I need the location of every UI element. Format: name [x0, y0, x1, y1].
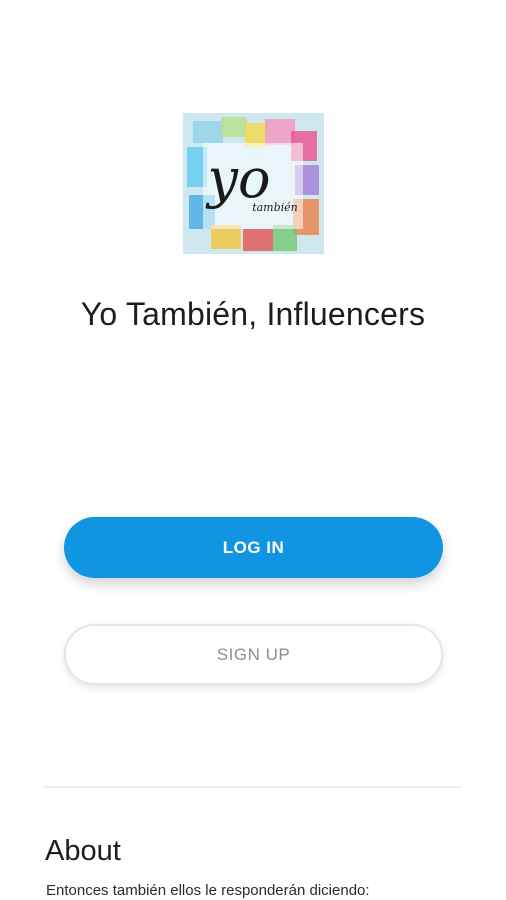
about-description: Entonces también ellos le responderán di… [46, 882, 370, 899]
about-heading: About [45, 835, 121, 867]
logo-subtext: también [252, 201, 298, 214]
login-button[interactable]: LOG IN [64, 517, 443, 578]
signup-button[interactable]: SIGN UP [64, 624, 443, 685]
divider [44, 786, 462, 788]
app-title: Yo También, Influencers [80, 296, 426, 332]
login-button-label: LOG IN [222, 537, 285, 557]
signup-button-label: SIGN UP [216, 644, 291, 664]
app-logo: yo también [183, 113, 324, 254]
